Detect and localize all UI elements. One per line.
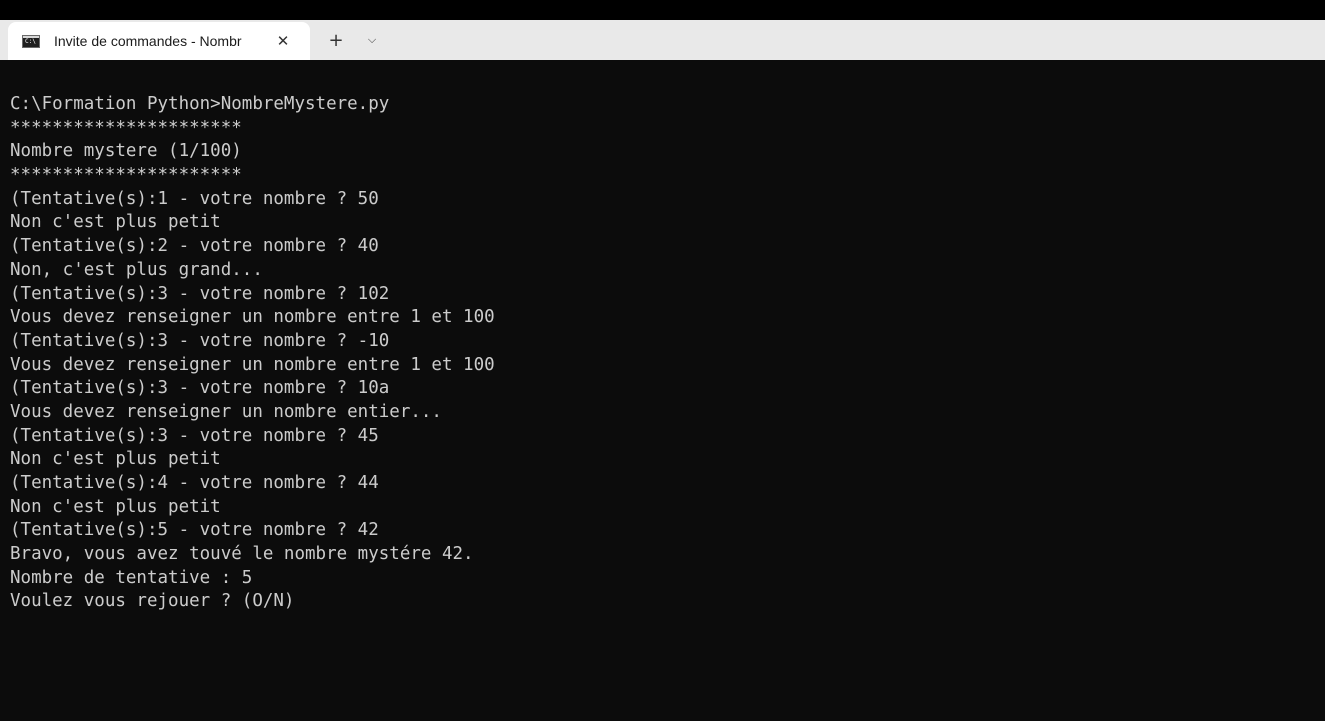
console-line: Non c'est plus petit	[10, 449, 221, 470]
console-line: (Tentative(s):3 - votre nombre ? 10a	[10, 378, 390, 399]
console-line: Voulez vous rejouer ? (O/N)	[10, 591, 295, 612]
tab-title: Invite de commandes - Nombr	[54, 33, 242, 49]
console-line: **********************	[10, 117, 242, 138]
terminal-window: Invite de commandes - Nombr ✕ + ⌵ C:\For…	[0, 0, 1325, 721]
tab-command-prompt[interactable]: Invite de commandes - Nombr ✕	[8, 22, 310, 60]
console-line: Non c'est plus petit	[10, 496, 221, 517]
console-line: (Tentative(s):5 - votre nombre ? 42	[10, 520, 379, 541]
console-line: C:\Formation Python>NombreMystere.py	[10, 94, 390, 114]
close-icon[interactable]: ✕	[272, 30, 294, 52]
chevron-down-icon[interactable]: ⌵	[360, 26, 384, 54]
console-line: (Tentative(s):1 - votre nombre ? 50	[10, 188, 379, 209]
console-line: Vous devez renseigner un nombre entre 1 …	[10, 307, 495, 328]
console-line: Nombre mystere (1/100)	[10, 141, 242, 162]
console-line: Non c'est plus petit	[10, 212, 221, 233]
cmd-icon	[22, 34, 40, 48]
console-line: Non, c'est plus grand...	[10, 259, 263, 280]
new-tab-button[interactable]: +	[322, 26, 350, 54]
console-line: (Tentative(s):4 - votre nombre ? 44	[10, 473, 379, 493]
console-line: (Tentative(s):3 - votre nombre ? 102	[10, 283, 390, 304]
tab-bar: Invite de commandes - Nombr ✕ + ⌵	[0, 20, 1325, 60]
console-output[interactable]: C:\Formation Python>NombreMystere.py ***…	[0, 60, 1325, 721]
console-line: Vous devez renseigner un nombre entre 1 …	[10, 354, 495, 375]
console-line: Nombre de tentative : 5	[10, 567, 253, 588]
window-top-edge	[0, 0, 1325, 20]
console-line: Vous devez renseigner un nombre entier..…	[10, 401, 442, 422]
console-line: Bravo, vous avez touvé le nombre mystére…	[10, 544, 474, 565]
console-line: (Tentative(s):3 - votre nombre ? -10	[10, 330, 390, 351]
console-line: (Tentative(s):3 - votre nombre ? 45	[10, 425, 379, 446]
console-line: **********************	[10, 165, 242, 186]
console-line: (Tentative(s):2 - votre nombre ? 40	[10, 236, 379, 257]
